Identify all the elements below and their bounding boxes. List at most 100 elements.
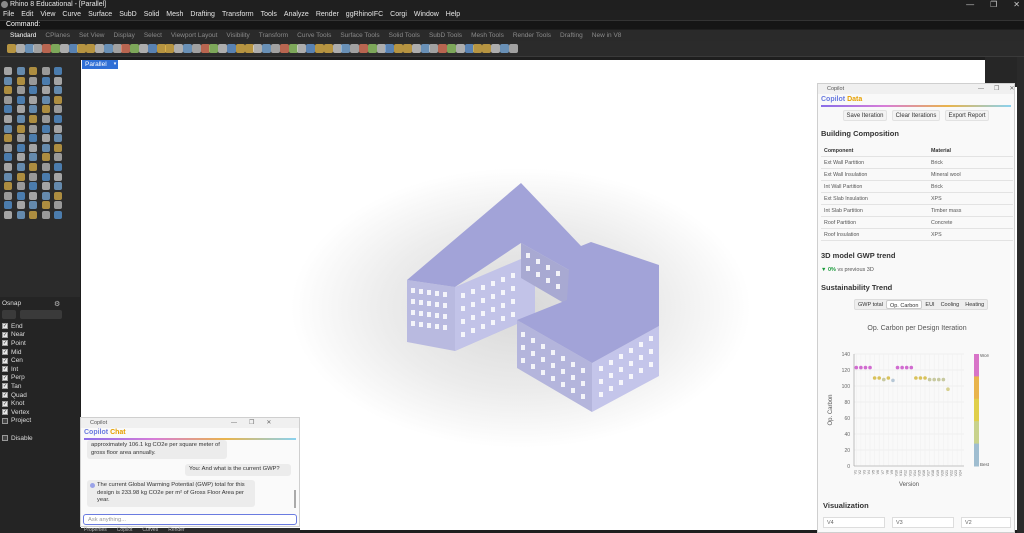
toolbar-tool-icon[interactable] [42, 44, 52, 53]
palette-tool-icon[interactable] [29, 115, 37, 123]
tab-mesh-tools[interactable]: Mesh Tools [471, 30, 504, 41]
palette-tool-icon[interactable] [16, 115, 25, 123]
osnap-checkbox[interactable]: ✓ [2, 366, 8, 373]
palette-tool-icon[interactable] [4, 211, 12, 219]
toolbar-tool-icon[interactable] [411, 44, 421, 53]
minimize-button[interactable]: — [231, 418, 237, 428]
osnap-filter-icon[interactable] [20, 310, 62, 319]
maximize-button[interactable]: ❐ [990, 0, 997, 10]
toolbar-tool-icon[interactable] [464, 44, 474, 53]
toolbar-tool-icon[interactable] [15, 44, 25, 53]
maximize-button[interactable]: ❐ [249, 418, 254, 428]
palette-tool-icon[interactable] [29, 76, 37, 85]
palette-tool-icon[interactable] [4, 115, 12, 123]
toolbar-tool-icon[interactable] [279, 44, 289, 53]
toolbar-tool-icon[interactable] [359, 44, 368, 53]
palette-tool-icon[interactable] [41, 86, 50, 95]
menu-corgi[interactable]: Corgi [390, 10, 407, 20]
toolbar-tool-icon[interactable] [367, 44, 377, 53]
menu-window[interactable]: Window [414, 10, 439, 20]
osnap-item[interactable]: ✓ Cen [2, 356, 62, 365]
palette-tool-icon[interactable] [54, 124, 62, 133]
palette-tool-icon[interactable] [4, 163, 12, 171]
palette-tool-icon[interactable] [29, 191, 37, 200]
viz-input-2[interactable]: V3 [892, 517, 954, 528]
toolbar-tool-icon[interactable] [235, 44, 245, 53]
toolbar-tool-icon[interactable] [403, 44, 412, 53]
palette-tool-icon[interactable] [54, 201, 62, 210]
menu-render[interactable]: Render [316, 10, 339, 20]
toolbar-tool-icon[interactable] [288, 44, 298, 53]
toolbar-tool-icon[interactable] [438, 44, 448, 53]
tab-solid-tools[interactable]: Solid Tools [389, 30, 420, 41]
palette-tool-icon[interactable] [54, 172, 62, 181]
close-button[interactable]: ✕ [1009, 84, 1014, 94]
palette-tool-icon[interactable] [54, 134, 62, 143]
tab-standard[interactable]: Standard [10, 30, 36, 41]
close-button[interactable]: ✕ [266, 418, 271, 428]
maximize-button[interactable]: ❐ [994, 84, 999, 94]
toolbar-tool-icon[interactable] [24, 44, 34, 53]
palette-tool-icon[interactable] [29, 153, 37, 162]
trend-tab[interactable]: GWP total [855, 300, 886, 309]
trend-tab[interactable]: Cooling [938, 300, 963, 309]
disable-checkbox[interactable] [2, 435, 8, 442]
palette-tool-icon[interactable] [16, 153, 25, 162]
viz-input-1[interactable]: V4 [823, 517, 885, 528]
palette-tool-icon[interactable] [16, 163, 25, 171]
osnap-checkbox[interactable]: ✓ [2, 323, 8, 330]
palette-tool-icon[interactable] [41, 67, 50, 75]
palette-tool-icon[interactable] [16, 105, 25, 114]
tab-new-in-v8[interactable]: New in V8 [592, 30, 622, 41]
toolbar-tool-icon[interactable] [139, 44, 148, 53]
palette-tool-icon[interactable] [41, 124, 50, 133]
palette-tool-icon[interactable] [16, 182, 25, 191]
menu-surface[interactable]: Surface [88, 10, 112, 20]
toolbar-tool-icon[interactable] [508, 44, 518, 53]
toolbar-tool-icon[interactable] [253, 44, 263, 53]
tab-viewport-layout[interactable]: Viewport Layout [171, 30, 218, 41]
tab-surface-tools[interactable]: Surface Tools [340, 30, 379, 41]
palette-tool-icon[interactable] [54, 163, 62, 171]
close-button[interactable]: ✕ [1013, 0, 1020, 10]
toolbar-tool-icon[interactable] [77, 44, 87, 53]
palette-tool-icon[interactable] [4, 182, 12, 191]
menu-file[interactable]: File [3, 10, 14, 20]
palette-tool-icon[interactable] [16, 76, 25, 85]
toolbar-tool-icon[interactable] [332, 44, 342, 53]
palette-tool-icon[interactable] [41, 153, 50, 162]
toolbar-tool-icon[interactable] [103, 44, 113, 53]
menu-ggrhinoifc[interactable]: ggRhinoIFC [346, 10, 383, 20]
palette-tool-icon[interactable] [4, 76, 12, 85]
osnap-item[interactable]: ✓ End [2, 322, 62, 331]
toolbar-tool-icon[interactable] [183, 44, 192, 53]
toolbar-tool-icon[interactable] [51, 44, 60, 53]
menu-edit[interactable]: Edit [21, 10, 33, 20]
palette-tool-icon[interactable] [41, 163, 50, 171]
palette-tool-icon[interactable] [29, 95, 37, 104]
palette-tool-icon[interactable] [54, 143, 62, 152]
osnap-checkbox[interactable]: ✓ [2, 383, 8, 390]
toolbar-tool-icon[interactable] [156, 44, 166, 53]
osnap-checkbox[interactable]: ✓ [2, 392, 8, 399]
trend-tab[interactable]: Heating [962, 300, 987, 309]
toolbar-tool-icon[interactable] [86, 44, 96, 53]
palette-tool-icon[interactable] [54, 86, 62, 95]
palette-tool-icon[interactable] [41, 95, 50, 104]
toolbar-tool-icon[interactable] [306, 44, 316, 53]
trend-tab[interactable]: EUI [922, 300, 937, 309]
tab-subd-tools[interactable]: SubD Tools [429, 30, 462, 41]
tab-curve-tools[interactable]: Curve Tools [297, 30, 331, 41]
menu-view[interactable]: View [40, 10, 55, 20]
palette-tool-icon[interactable] [41, 115, 50, 123]
tab-render[interactable]: Render [168, 528, 184, 533]
viewport-menu-icon[interactable]: ▾ [112, 60, 118, 69]
palette-tool-icon[interactable] [4, 143, 12, 152]
toolbar-tool-icon[interactable] [165, 44, 175, 53]
palette-tool-icon[interactable] [29, 67, 37, 75]
gear-icon[interactable]: ⚙ [54, 300, 60, 308]
osnap-checkbox[interactable]: ✓ [2, 357, 8, 364]
toolbar-tool-icon[interactable] [191, 44, 201, 53]
osnap-item[interactable]: ✓ Vertex [2, 408, 62, 417]
toolbar-tool-icon[interactable] [200, 44, 210, 53]
